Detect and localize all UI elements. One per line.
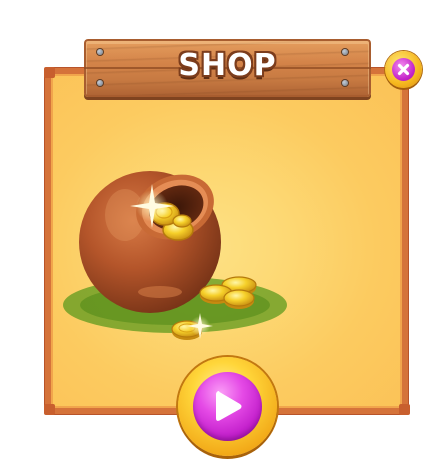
close-icon: [397, 63, 410, 76]
play-icon: [216, 391, 242, 421]
title-plank: SHOP: [84, 39, 371, 97]
page-title: SHOP: [178, 48, 277, 83]
close-button[interactable]: [385, 51, 422, 88]
play-button[interactable]: [178, 357, 277, 456]
shop-dialog: SHOP: [0, 0, 440, 463]
